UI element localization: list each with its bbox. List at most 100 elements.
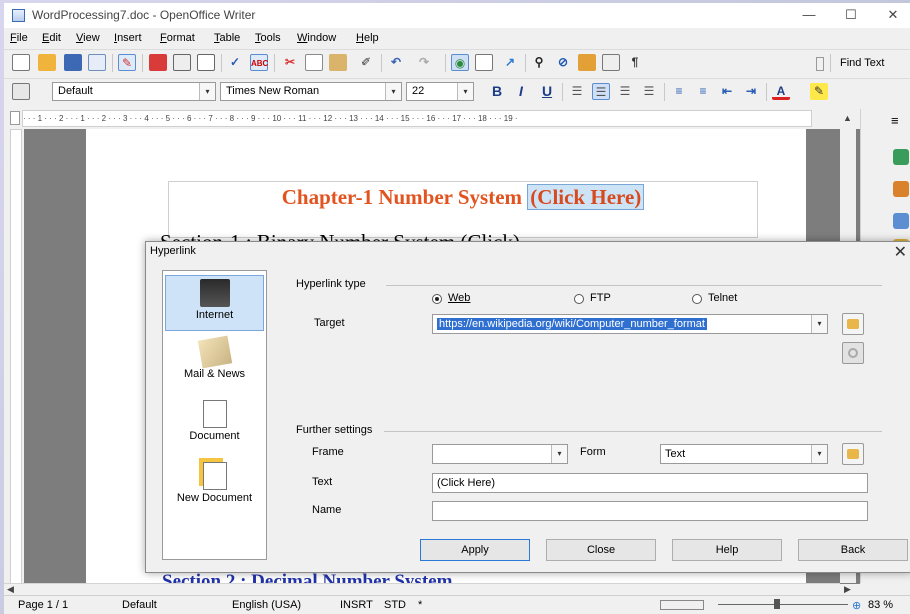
font-size-combo[interactable]: 22 ▾ (406, 82, 474, 101)
category-mail-news[interactable]: Mail & News (165, 335, 264, 391)
align-center-icon[interactable]: ☰ (592, 83, 610, 100)
gallery-icon[interactable] (578, 54, 596, 71)
text-input[interactable]: (Click Here) (432, 473, 868, 493)
category-new-document[interactable]: New Document (165, 459, 264, 515)
print-preview-icon[interactable] (197, 54, 215, 71)
data-sources-icon[interactable] (602, 54, 620, 71)
underline-icon[interactable]: U (538, 83, 556, 100)
justify-icon[interactable]: ☰ (640, 83, 658, 100)
edit-file-icon[interactable]: ✎ (118, 54, 136, 71)
styles-icon[interactable] (893, 181, 909, 197)
menu-file[interactable]: File (10, 32, 28, 44)
close-window-button[interactable]: ✕ (878, 6, 908, 24)
menu-insert[interactable]: Insert (114, 32, 142, 44)
radio-telnet-label[interactable]: Telnet (708, 292, 737, 304)
print-icon[interactable] (173, 54, 191, 71)
increase-indent-icon[interactable]: ⇥ (742, 83, 760, 100)
zoom-slider-thumb[interactable] (774, 599, 780, 609)
hyperlink-icon[interactable]: ◉ (451, 54, 469, 71)
chevron-down-icon[interactable]: ▾ (811, 445, 827, 463)
bold-icon[interactable]: B (488, 83, 506, 100)
chapter-hyperlink[interactable]: (Click Here) (527, 184, 645, 210)
italic-icon[interactable]: I (512, 83, 530, 100)
events-button[interactable] (842, 443, 864, 465)
radio-ftp[interactable] (574, 294, 584, 304)
close-button[interactable]: Close (546, 539, 656, 561)
autospellcheck-icon[interactable]: ABC (250, 54, 268, 71)
new-document-icon[interactable] (12, 54, 30, 71)
status-zoom[interactable]: 83 % (868, 599, 893, 611)
target-in-document-button[interactable] (842, 342, 864, 364)
find-replace-icon[interactable]: ⚲ (530, 54, 548, 71)
browse-web-button[interactable] (842, 313, 864, 335)
decrease-indent-icon[interactable]: ⇤ (718, 83, 736, 100)
email-icon[interactable] (88, 54, 106, 71)
open-folder-icon[interactable] (38, 54, 56, 71)
highlighting-icon[interactable]: ✎ (810, 83, 828, 100)
radio-ftp-label[interactable]: FTP (590, 292, 611, 304)
chevron-down-icon[interactable]: ▾ (457, 83, 473, 100)
properties-icon[interactable] (893, 149, 909, 165)
menu-edit[interactable]: Edit (42, 32, 61, 44)
maximize-button[interactable]: ☐ (836, 6, 866, 24)
paragraph-style-combo[interactable]: Default ▾ (52, 82, 216, 101)
table-icon[interactable] (475, 54, 493, 71)
status-language[interactable]: English (USA) (232, 599, 301, 611)
scroll-up-icon[interactable]: ▲ (843, 113, 852, 123)
align-left-icon[interactable]: ☰ (568, 83, 586, 100)
menu-tools[interactable]: Tools (255, 32, 281, 44)
undo-icon[interactable]: ↶ (387, 54, 405, 71)
chevron-down-icon[interactable]: ▾ (385, 83, 401, 100)
radio-web-label[interactable]: Web (448, 292, 470, 304)
menu-window[interactable]: Window (297, 32, 336, 44)
radio-web[interactable] (432, 294, 442, 304)
frame-combo[interactable]: ▾ (432, 444, 568, 464)
numbering-icon[interactable]: ≡ (670, 83, 688, 100)
toolbar-overflow-icon[interactable] (816, 57, 824, 71)
scroll-left-icon[interactable]: ◀ (7, 584, 14, 595)
draw-functions-icon[interactable]: ↗ (501, 54, 519, 71)
find-text-label[interactable]: Find Text (840, 57, 884, 69)
copy-icon[interactable] (305, 54, 323, 71)
save-icon[interactable] (64, 54, 82, 71)
chapter-heading[interactable]: Chapter-1 Number System (Click Here) (169, 184, 757, 210)
category-document[interactable]: Document (165, 397, 264, 453)
target-url-combo[interactable]: https://en.wikipedia.org/wiki/Computer_n… (432, 314, 828, 334)
chevron-down-icon[interactable]: ▾ (199, 83, 215, 100)
bullets-icon[interactable]: ≡ (694, 83, 712, 100)
navigator-icon[interactable]: ⊘ (554, 54, 572, 71)
cut-icon[interactable]: ✂ (281, 54, 299, 71)
status-selection-mode[interactable]: STD (384, 599, 406, 611)
zoom-slider[interactable] (718, 604, 848, 605)
scroll-right-icon[interactable]: ▶ (844, 584, 851, 595)
radio-telnet[interactable] (692, 294, 702, 304)
category-internet[interactable]: Internet (165, 275, 264, 331)
status-insert-mode[interactable]: INSRT (340, 599, 373, 611)
help-button[interactable]: Help (672, 539, 782, 561)
form-combo[interactable]: Text ▾ (660, 444, 828, 464)
menu-format[interactable]: Format (160, 32, 195, 44)
minimize-button[interactable]: — (794, 6, 824, 24)
export-pdf-icon[interactable] (149, 54, 167, 71)
name-input[interactable] (432, 501, 868, 521)
tab-type-icon[interactable] (10, 111, 20, 125)
font-name-combo[interactable]: Times New Roman ▾ (220, 82, 402, 101)
menu-view[interactable]: View (76, 32, 100, 44)
chevron-down-icon[interactable]: ▾ (811, 315, 827, 333)
sidebar-menu-icon[interactable]: ≡ (891, 113, 899, 128)
formatting-marks-icon[interactable]: ¶ (626, 54, 644, 71)
back-button[interactable]: Back (798, 539, 908, 561)
status-style[interactable]: Default (122, 599, 157, 611)
gallery-sidebar-icon[interactable] (893, 213, 909, 229)
menu-table[interactable]: Table (214, 32, 240, 44)
dialog-close-icon[interactable]: ✕ (894, 242, 907, 262)
zoom-in-icon[interactable]: ⊕ (852, 599, 861, 612)
apply-button[interactable]: Apply (420, 539, 530, 561)
spellcheck-icon[interactable]: ✓ (226, 54, 244, 71)
chevron-down-icon[interactable]: ▾ (551, 445, 567, 463)
clone-formatting-icon[interactable]: ✐ (357, 54, 375, 71)
redo-icon[interactable]: ↷ (415, 54, 433, 71)
horizontal-ruler[interactable]: · · · 1 · · · 2 · · · 1 · · · 2 · · · 3 … (22, 110, 812, 127)
paste-icon[interactable] (329, 54, 347, 71)
menu-help[interactable]: Help (356, 32, 379, 44)
